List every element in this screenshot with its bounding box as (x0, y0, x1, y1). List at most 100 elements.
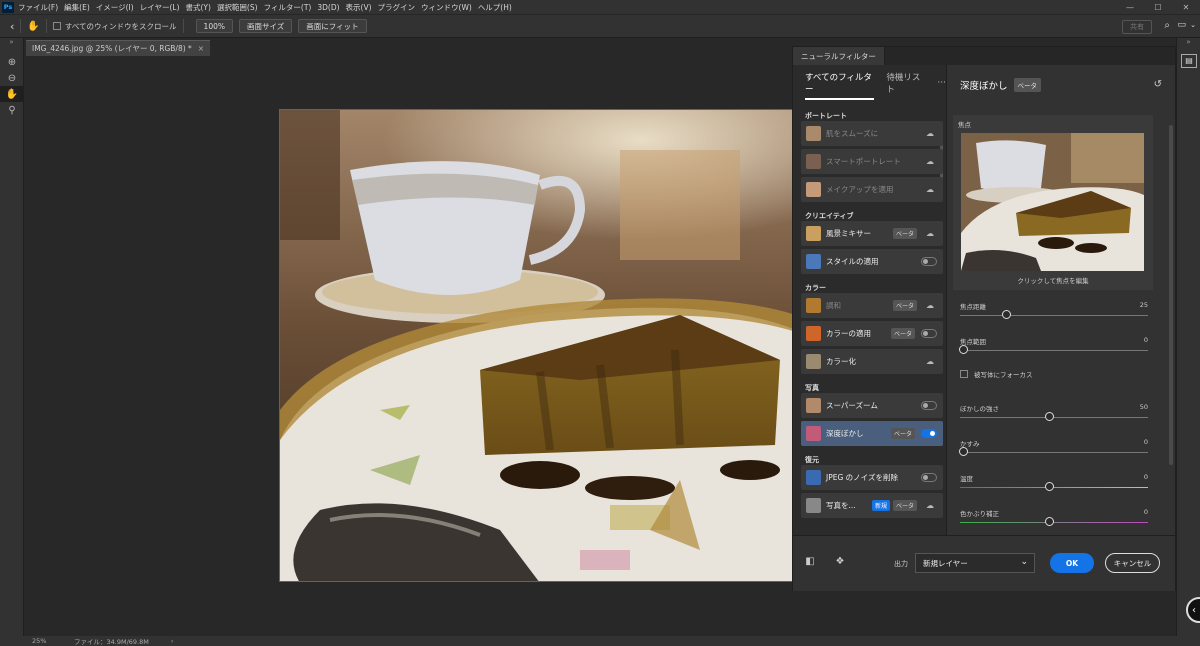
filter-color-transfer[interactable]: カラーの適用 ベータ (801, 321, 943, 346)
hand-tool-icon[interactable]: ✋ (0, 86, 24, 102)
temperature-slider[interactable]: 温度 0 (960, 473, 1148, 495)
focus-preview-image[interactable] (961, 133, 1144, 271)
tint-slider[interactable]: 色かぶり補正 0 (960, 508, 1148, 530)
focal-distance-slider[interactable]: 焦点距離 25 (960, 301, 1148, 323)
menu-layer[interactable]: レイヤー(L) (140, 2, 180, 13)
filter-toggle[interactable] (921, 257, 937, 266)
slider-value: 50 (1139, 403, 1148, 411)
filter-landscape-mixer[interactable]: 風景ミキサー ベータ ☁ (801, 221, 943, 246)
scroll-all-option[interactable]: すべてのウィンドウをスクロール (52, 21, 177, 32)
filter-harmonize[interactable]: 調和 ベータ ☁ (801, 293, 943, 318)
magnifier-tool-icon[interactable]: ⚲ (0, 102, 24, 118)
focal-range-slider[interactable]: 焦点範囲 0 (959, 336, 1148, 358)
cloud-download-icon[interactable]: ☁ (923, 301, 937, 310)
search-icon[interactable]: ⌕ (1164, 20, 1170, 31)
cloud-download-icon[interactable]: ☁ (923, 185, 937, 194)
output-select[interactable]: 新規レイヤー ⌄ (915, 553, 1035, 573)
settings-header: 深度ぼかし ベータ ↺ (948, 65, 1176, 105)
document-image[interactable] (279, 109, 795, 582)
menu-image[interactable]: イメージ(I) (96, 2, 134, 13)
cloud-download-icon[interactable]: ☁ (923, 157, 937, 166)
filter-makeup[interactable]: メイクアップを適用 ☁ (801, 177, 943, 202)
slider-track[interactable] (960, 522, 1148, 523)
cloud-download-icon[interactable]: ☁ (923, 229, 937, 238)
filter-smart-portrait[interactable]: スマートポートレート ☁ (801, 149, 943, 174)
filter-jpeg-artifacts[interactable]: JPEG のノイズを削除 (801, 465, 943, 490)
slider-track[interactable] (960, 452, 1148, 453)
menu-type[interactable]: 書式(Y) (186, 2, 211, 13)
slider-track[interactable] (960, 417, 1148, 418)
filter-label: スタイルの適用 (826, 257, 879, 266)
slider-knob[interactable] (959, 345, 968, 354)
cloud-download-icon[interactable]: ☁ (923, 129, 937, 138)
filter-depth-blur[interactable]: 深度ぼかし ベータ (801, 421, 943, 446)
cloud-download-icon[interactable]: ☁ (923, 357, 937, 366)
close-icon[interactable]: ✕ (1172, 3, 1200, 12)
filter-colorize[interactable]: カラー化 ☁ (801, 349, 943, 374)
window-controls: — ☐ ✕ (1116, 0, 1200, 14)
slider-knob[interactable] (959, 447, 968, 456)
back-chevron-icon[interactable]: ‹ (10, 20, 14, 33)
cloud-download-icon[interactable]: ☁ (923, 501, 937, 510)
collapse-arrows-icon[interactable]: » (0, 38, 23, 46)
workspace-icon[interactable]: ▭ (1177, 20, 1186, 30)
filter-label: カラー化 (826, 357, 856, 366)
menu-edit[interactable]: 編集(E) (64, 2, 90, 13)
expand-arrows-icon[interactable]: » (1177, 38, 1200, 46)
ok-button[interactable]: OK (1050, 553, 1094, 573)
slider-track[interactable] (960, 487, 1148, 488)
zoom-100-button[interactable]: 100% (195, 19, 233, 33)
compare-view-icon[interactable]: ◧ (803, 556, 817, 570)
filter-toggle[interactable] (921, 401, 937, 410)
slider-knob[interactable] (1045, 517, 1054, 526)
menu-3d[interactable]: 3D(D) (317, 3, 339, 12)
filter-toggle[interactable] (921, 429, 937, 438)
library-icon[interactable]: ▤ (1181, 54, 1197, 68)
document-tab[interactable]: IMG_4246.jpg @ 25% (レイヤー 0, RGB/8) * × (26, 40, 211, 56)
focus-subject-option[interactable]: 被写体にフォーカス (960, 369, 1033, 379)
fit-screen-button[interactable]: 画面サイズ (239, 19, 293, 33)
tab-close-icon[interactable]: × (198, 44, 204, 53)
haze-slider[interactable]: かすみ 0 (959, 438, 1148, 460)
reset-icon[interactable]: ↺ (1154, 79, 1162, 90)
blur-strength-slider[interactable]: ぼかしの強さ 50 (960, 403, 1148, 425)
maximize-icon[interactable]: ☐ (1144, 3, 1172, 12)
focus-subject-checkbox[interactable] (960, 370, 968, 378)
filter-style-transfer[interactable]: スタイルの適用 (801, 249, 943, 274)
menu-help[interactable]: ヘルプ(H) (478, 2, 512, 13)
scroll-all-checkbox[interactable] (52, 22, 61, 30)
filter-photo-restore[interactable]: 写真を... 新規 ベータ ☁ (801, 493, 943, 518)
chevron-down-icon[interactable]: ⌄ (1190, 21, 1196, 29)
layers-icon[interactable]: ❖ (833, 556, 847, 570)
zoom-level[interactable]: 25% (32, 637, 56, 645)
share-button[interactable]: 共有 (1122, 20, 1152, 34)
zoom-out-tool-icon[interactable]: ⊖ (0, 70, 24, 86)
slider-track[interactable] (960, 350, 1148, 351)
tab-waitlist[interactable]: 待機リスト (886, 71, 925, 100)
menu-filter[interactable]: フィルター(T) (264, 2, 312, 13)
filter-label: 深度ぼかし (826, 429, 864, 438)
filter-super-zoom[interactable]: スーパーズーム (801, 393, 943, 418)
filter-skin-smoothing[interactable]: 肌をスムーズに ☁ (801, 121, 943, 146)
status-menu-arrow[interactable]: › (171, 637, 174, 645)
photo-illustration (280, 110, 794, 581)
filter-toggle[interactable] (921, 329, 937, 338)
settings-scrollbar[interactable] (1169, 125, 1173, 465)
menu-select[interactable]: 選択範囲(S) (217, 2, 258, 13)
filter-toggle[interactable] (921, 473, 937, 482)
menu-plugins[interactable]: プラグイン (378, 2, 416, 13)
slider-knob[interactable] (1002, 310, 1011, 319)
menu-window[interactable]: ウィンドウ(W) (421, 2, 472, 13)
menu-file[interactable]: ファイル(F) (18, 2, 58, 13)
category-color: カラー (805, 284, 826, 292)
cancel-button[interactable]: キャンセル (1105, 553, 1160, 573)
slider-knob[interactable] (1045, 482, 1054, 491)
zoom-in-tool-icon[interactable]: ⊕ (0, 54, 24, 70)
minimize-icon[interactable]: — (1116, 3, 1144, 12)
menu-view[interactable]: 表示(V) (346, 2, 372, 13)
fill-screen-button[interactable]: 画面にフィット (298, 19, 367, 33)
slider-knob[interactable] (1045, 412, 1054, 421)
tab-all-filters[interactable]: すべてのフィルター (805, 71, 875, 100)
slider-track[interactable] (960, 315, 1148, 316)
more-icon[interactable]: ··· (937, 78, 946, 93)
